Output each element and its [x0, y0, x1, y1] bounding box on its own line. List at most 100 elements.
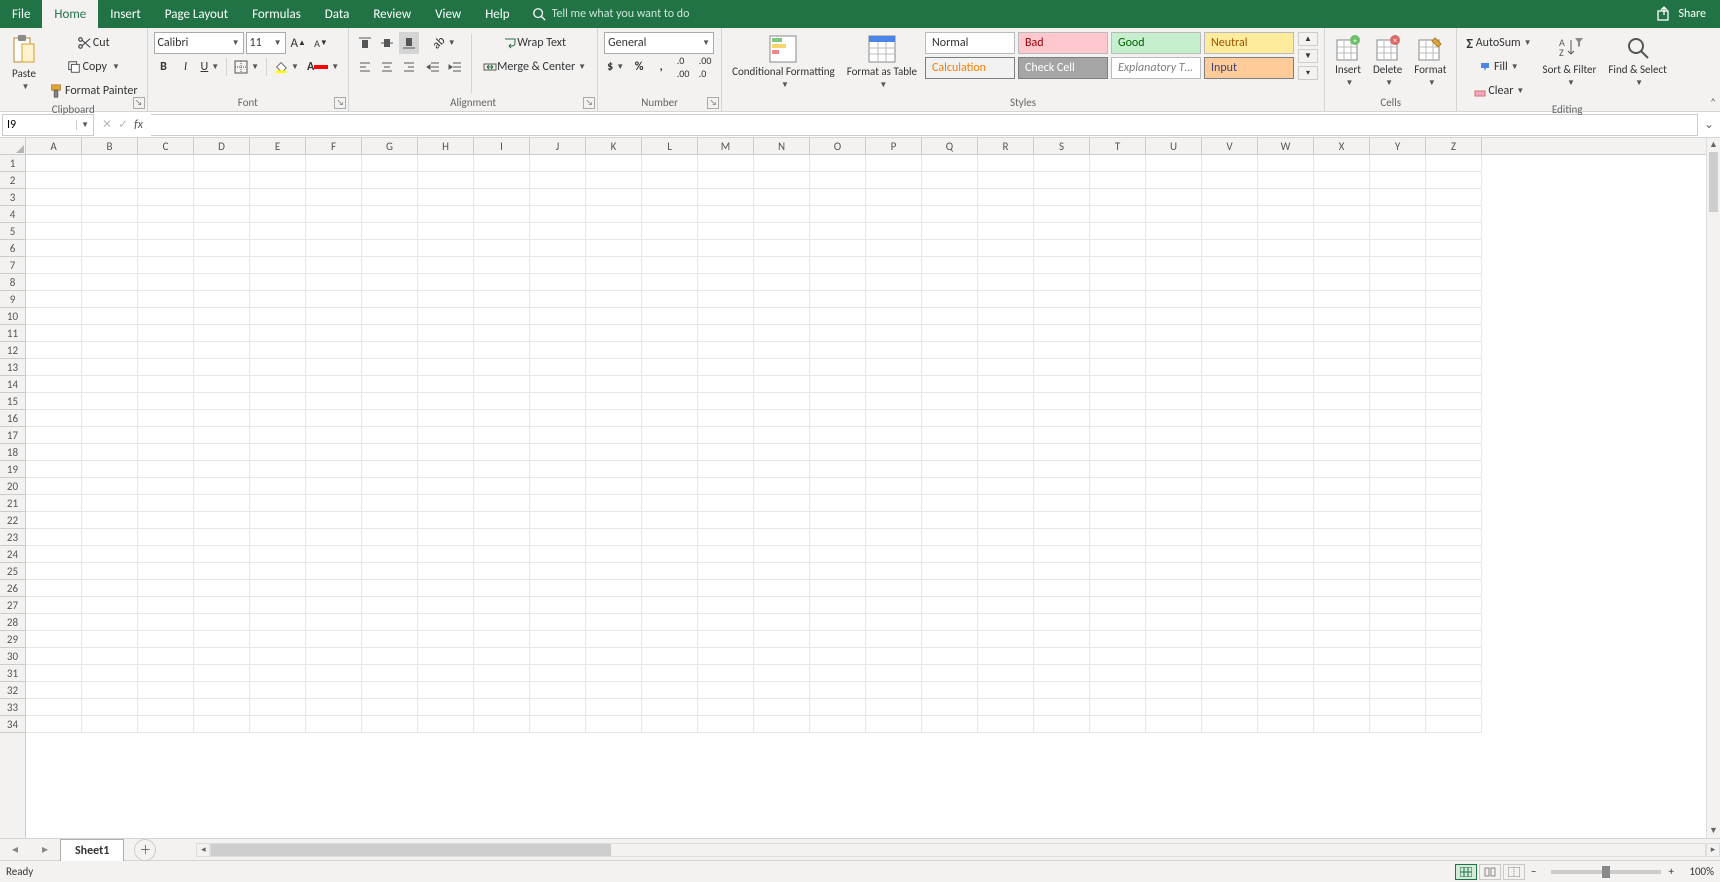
- cell-Z32[interactable]: [1426, 682, 1482, 699]
- cell-D16[interactable]: [194, 410, 250, 427]
- cell-J1[interactable]: [530, 155, 586, 172]
- cell-D26[interactable]: [194, 580, 250, 597]
- cell-W6[interactable]: [1258, 240, 1314, 257]
- cell-A23[interactable]: [26, 529, 82, 546]
- styles-more[interactable]: ▾: [1298, 66, 1318, 80]
- cell-Z27[interactable]: [1426, 597, 1482, 614]
- cell-D25[interactable]: [194, 563, 250, 580]
- cell-K5[interactable]: [586, 223, 642, 240]
- cell-B23[interactable]: [82, 529, 138, 546]
- cell-T12[interactable]: [1090, 342, 1146, 359]
- cell-J15[interactable]: [530, 393, 586, 410]
- cell-E28[interactable]: [250, 614, 306, 631]
- autosum-button[interactable]: Σ AutoSum▼: [1463, 32, 1534, 54]
- cell-Q13[interactable]: [922, 359, 978, 376]
- cell-A6[interactable]: [26, 240, 82, 257]
- format-as-table-button[interactable]: Format as Table▼: [843, 32, 921, 92]
- cell-Z23[interactable]: [1426, 529, 1482, 546]
- cell-W4[interactable]: [1258, 206, 1314, 223]
- cell-U28[interactable]: [1146, 614, 1202, 631]
- cell-U33[interactable]: [1146, 699, 1202, 716]
- cell-X4[interactable]: [1314, 206, 1370, 223]
- cell-B4[interactable]: [82, 206, 138, 223]
- cell-O1[interactable]: [810, 155, 866, 172]
- cell-L23[interactable]: [642, 529, 698, 546]
- column-header-A[interactable]: A: [26, 138, 82, 154]
- cell-R2[interactable]: [978, 172, 1034, 189]
- cell-T2[interactable]: [1090, 172, 1146, 189]
- cell-Q12[interactable]: [922, 342, 978, 359]
- cell-W26[interactable]: [1258, 580, 1314, 597]
- cell-L20[interactable]: [642, 478, 698, 495]
- cell-F31[interactable]: [306, 665, 362, 682]
- cell-P4[interactable]: [866, 206, 922, 223]
- cell-U6[interactable]: [1146, 240, 1202, 257]
- cell-B16[interactable]: [82, 410, 138, 427]
- cell-Q33[interactable]: [922, 699, 978, 716]
- cell-J29[interactable]: [530, 631, 586, 648]
- cell-Z29[interactable]: [1426, 631, 1482, 648]
- cell-F3[interactable]: [306, 189, 362, 206]
- cell-E2[interactable]: [250, 172, 306, 189]
- align-middle-button[interactable]: [377, 32, 397, 54]
- cell-N1[interactable]: [754, 155, 810, 172]
- cell-R3[interactable]: [978, 189, 1034, 206]
- cell-G18[interactable]: [362, 444, 418, 461]
- row-header-15[interactable]: 15: [0, 393, 25, 410]
- cell-O19[interactable]: [810, 461, 866, 478]
- cell-D10[interactable]: [194, 308, 250, 325]
- cell-S12[interactable]: [1034, 342, 1090, 359]
- alignment-launcher[interactable]: ↘: [583, 97, 595, 109]
- cell-H10[interactable]: [418, 308, 474, 325]
- cell-T28[interactable]: [1090, 614, 1146, 631]
- cell-H20[interactable]: [418, 478, 474, 495]
- cell-V23[interactable]: [1202, 529, 1258, 546]
- cell-G6[interactable]: [362, 240, 418, 257]
- cell-F26[interactable]: [306, 580, 362, 597]
- cell-A21[interactable]: [26, 495, 82, 512]
- cell-E4[interactable]: [250, 206, 306, 223]
- column-header-O[interactable]: O: [810, 138, 866, 154]
- collapse-ribbon-button[interactable]: ˄: [1710, 96, 1716, 109]
- cell-E16[interactable]: [250, 410, 306, 427]
- cell-T17[interactable]: [1090, 427, 1146, 444]
- cell-D2[interactable]: [194, 172, 250, 189]
- cell-V32[interactable]: [1202, 682, 1258, 699]
- cell-W29[interactable]: [1258, 631, 1314, 648]
- cell-C23[interactable]: [138, 529, 194, 546]
- cell-P17[interactable]: [866, 427, 922, 444]
- increase-indent-button[interactable]: [445, 56, 465, 78]
- cell-H29[interactable]: [418, 631, 474, 648]
- cell-M27[interactable]: [698, 597, 754, 614]
- cell-H6[interactable]: [418, 240, 474, 257]
- cell-D31[interactable]: [194, 665, 250, 682]
- cell-T3[interactable]: [1090, 189, 1146, 206]
- horizontal-scroll-thumb[interactable]: [211, 844, 611, 856]
- cell-T11[interactable]: [1090, 325, 1146, 342]
- cell-V28[interactable]: [1202, 614, 1258, 631]
- cell-C15[interactable]: [138, 393, 194, 410]
- cell-D14[interactable]: [194, 376, 250, 393]
- cell-D24[interactable]: [194, 546, 250, 563]
- cell-V29[interactable]: [1202, 631, 1258, 648]
- cell-B8[interactable]: [82, 274, 138, 291]
- cell-X21[interactable]: [1314, 495, 1370, 512]
- cell-B1[interactable]: [82, 155, 138, 172]
- cell-R28[interactable]: [978, 614, 1034, 631]
- cell-L4[interactable]: [642, 206, 698, 223]
- cell-A11[interactable]: [26, 325, 82, 342]
- cell-T18[interactable]: [1090, 444, 1146, 461]
- cell-X31[interactable]: [1314, 665, 1370, 682]
- cell-A7[interactable]: [26, 257, 82, 274]
- cell-F17[interactable]: [306, 427, 362, 444]
- cell-J7[interactable]: [530, 257, 586, 274]
- cell-A17[interactable]: [26, 427, 82, 444]
- row-header-20[interactable]: 20: [0, 478, 25, 495]
- cell-V27[interactable]: [1202, 597, 1258, 614]
- cell-C20[interactable]: [138, 478, 194, 495]
- cell-Q6[interactable]: [922, 240, 978, 257]
- cell-R30[interactable]: [978, 648, 1034, 665]
- cell-C17[interactable]: [138, 427, 194, 444]
- cell-Q25[interactable]: [922, 563, 978, 580]
- cell-F8[interactable]: [306, 274, 362, 291]
